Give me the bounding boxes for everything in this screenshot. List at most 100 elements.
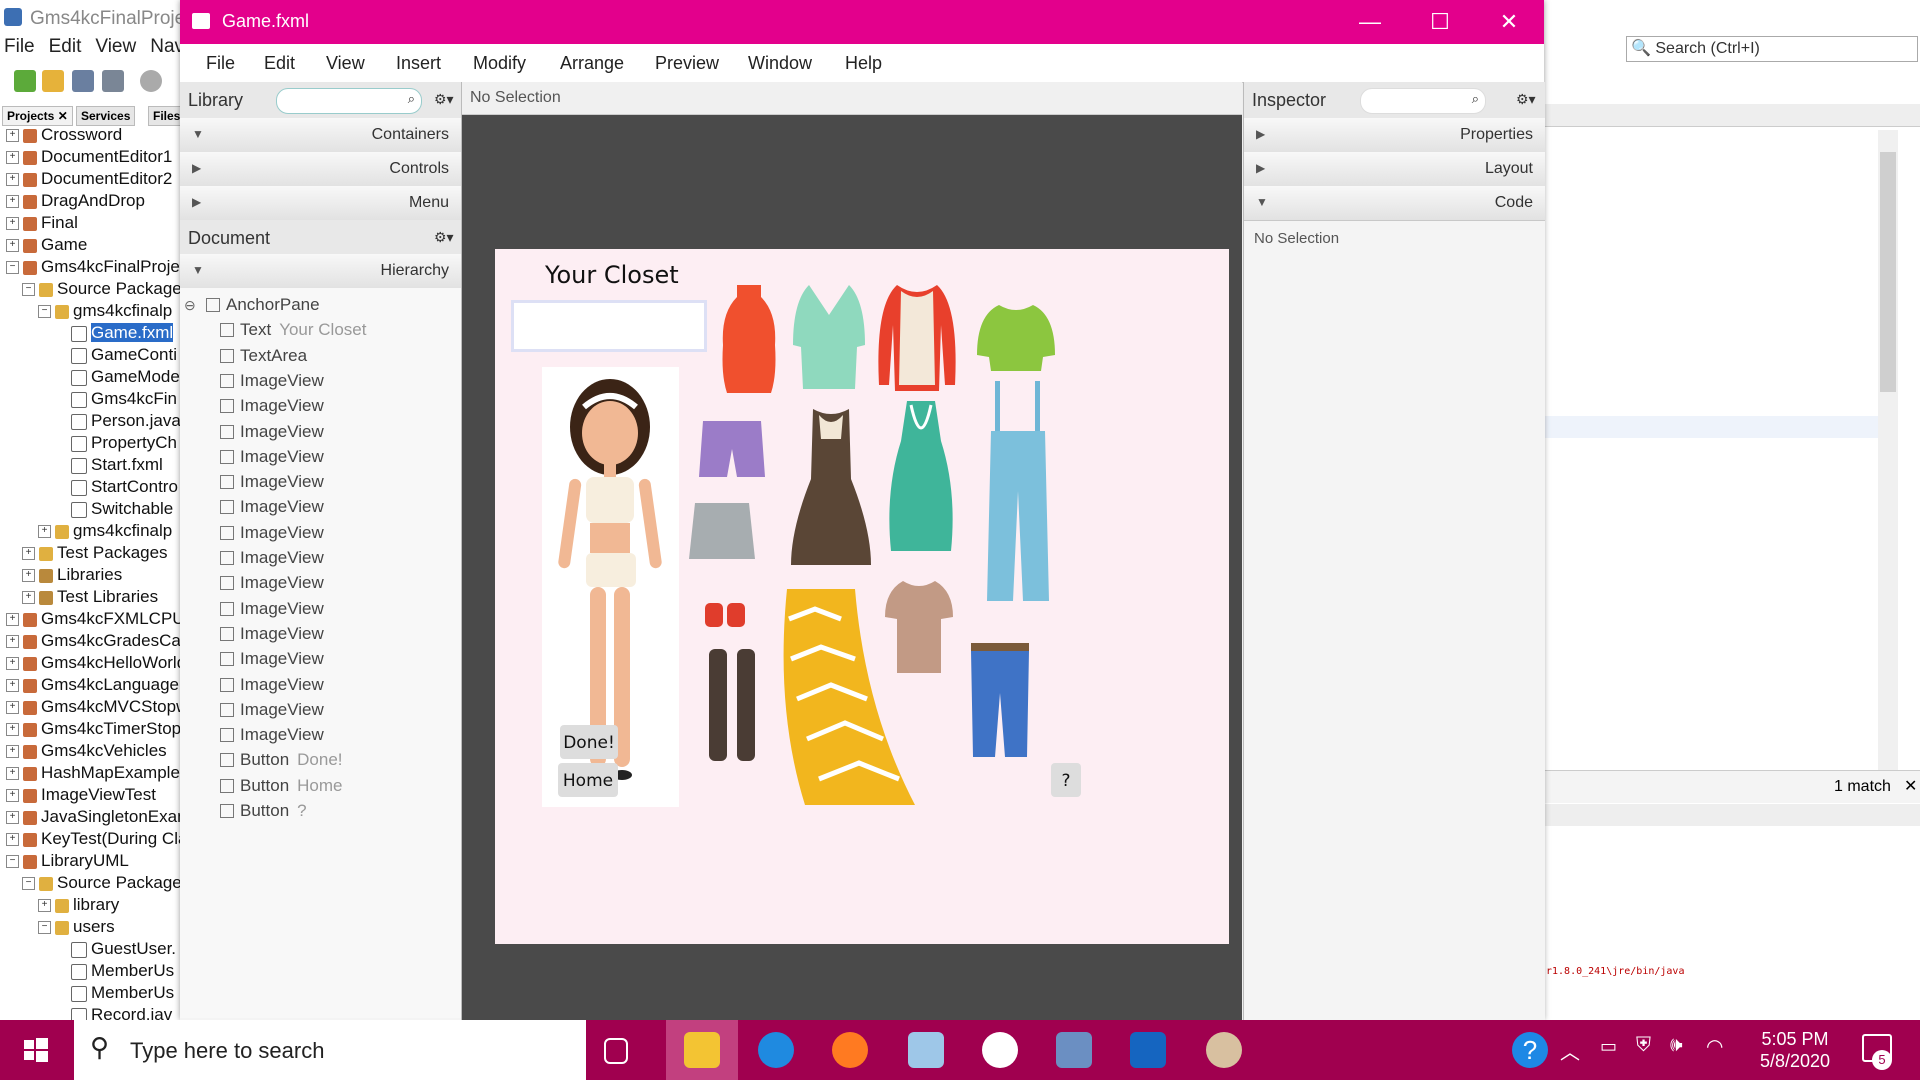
- tree-item[interactable]: +Gms4kcFin: [54, 388, 177, 410]
- expand-toggle-icon[interactable]: +: [6, 723, 19, 737]
- menu-view[interactable]: View: [326, 53, 365, 74]
- blue-jeans-imageview[interactable]: [967, 643, 1033, 759]
- library-settings-icon[interactable]: ⚙▾: [434, 91, 454, 108]
- help-icon[interactable]: ?: [1512, 1032, 1548, 1068]
- tree-item[interactable]: +Record.jav: [54, 1004, 172, 1020]
- tree-item[interactable]: + DragAndDrop: [6, 190, 145, 212]
- menu-file[interactable]: File: [4, 36, 35, 57]
- expand-toggle-icon[interactable]: +: [6, 239, 19, 253]
- expand-toggle-icon[interactable]: +: [6, 811, 19, 825]
- tree-item[interactable]: + Game: [6, 234, 87, 256]
- tree-item[interactable]: + DocumentEditor1: [6, 146, 172, 168]
- collapse-toggle-icon[interactable]: −: [38, 921, 51, 935]
- inspector-search-input[interactable]: ⌕: [1360, 88, 1486, 114]
- chevron-up-icon[interactable]: ︿: [1560, 1036, 1580, 1065]
- tree-item[interactable]: +Start.fxml: [54, 454, 163, 476]
- inspector-section-layout[interactable]: ▶ Layout: [1244, 152, 1545, 187]
- expand-toggle-icon[interactable]: +: [22, 547, 35, 561]
- expand-toggle-icon[interactable]: +: [6, 635, 19, 649]
- tree-item[interactable]: + Gms4kcGradesCalc: [6, 630, 182, 652]
- done-button[interactable]: Done!: [560, 725, 618, 759]
- brown-dress-imageview[interactable]: [791, 409, 871, 565]
- expand-toggle-icon[interactable]: +: [22, 591, 35, 605]
- tree-item[interactable]: + Final: [6, 212, 78, 234]
- taskbar-search-box[interactable]: ⚲ Type here to search: [74, 1020, 586, 1080]
- teal-dress-imageview[interactable]: [885, 401, 957, 551]
- tree-item[interactable]: − Source Packages: [22, 278, 182, 300]
- inspector-section-code[interactable]: ▼ Code: [1244, 186, 1545, 221]
- tree-item[interactable]: +PropertyCh: [54, 432, 177, 454]
- menu-insert[interactable]: Insert: [396, 53, 441, 74]
- quick-search-input[interactable]: 🔍 Search (Ctrl+I): [1626, 36, 1918, 62]
- document-settings-icon[interactable]: ⚙▾: [434, 229, 454, 246]
- purple-shorts-imageview[interactable]: [699, 421, 765, 479]
- tree-item[interactable]: + library: [38, 894, 119, 916]
- gray-skirt-imageview[interactable]: [689, 503, 755, 559]
- maximize-icon[interactable]: ☐: [1405, 0, 1475, 44]
- start-button[interactable]: [0, 1020, 72, 1080]
- expand-toggle-icon[interactable]: +: [6, 613, 19, 627]
- taskbar-clock[interactable]: 5:05 PM 5/8/2020: [1740, 1028, 1850, 1072]
- menu-view[interactable]: View: [95, 36, 136, 57]
- library-section-controls[interactable]: ▶ Controls: [180, 152, 461, 187]
- tree-item[interactable]: +GameConti: [54, 344, 177, 366]
- open-project-icon[interactable]: [72, 70, 94, 92]
- menu-modify[interactable]: Modify: [473, 53, 526, 74]
- tree-item[interactable]: +MemberUs: [54, 960, 174, 982]
- expand-toggle-icon[interactable]: +: [6, 173, 19, 187]
- tree-item[interactable]: − users: [38, 916, 115, 938]
- expand-toggle-icon[interactable]: +: [38, 899, 51, 913]
- tree-item[interactable]: + Gms4kcFXMLCPUM: [6, 608, 182, 630]
- expand-toggle-icon[interactable]: +: [6, 151, 19, 165]
- tab-services[interactable]: Services: [76, 106, 136, 126]
- expand-toggle-icon[interactable]: +: [6, 789, 19, 803]
- red-top-imageview[interactable]: [717, 285, 781, 393]
- library-section-menu[interactable]: ▶ Menu: [180, 186, 461, 221]
- green-top-imageview[interactable]: [977, 305, 1055, 371]
- expand-toggle-icon[interactable]: +: [22, 569, 35, 583]
- hierarchy-section[interactable]: ▼ Hierarchy: [180, 254, 461, 289]
- new-file-icon[interactable]: [14, 70, 36, 92]
- help-button[interactable]: ?: [1051, 763, 1081, 797]
- tree-item[interactable]: − Gms4kcFinalProjec: [6, 256, 182, 278]
- battery-icon[interactable]: ▭: [1600, 1036, 1617, 1057]
- tree-item[interactable]: +Switchable: [54, 498, 173, 520]
- editor-scrollbar-thumb[interactable]: [1880, 152, 1896, 392]
- tab-projects[interactable]: Projects ✕: [2, 106, 73, 126]
- tree-item[interactable]: + DocumentEditor2: [6, 168, 172, 190]
- closet-textarea[interactable]: [511, 300, 707, 352]
- menu-edit[interactable]: Edit: [49, 36, 82, 57]
- expand-toggle-icon[interactable]: +: [6, 679, 19, 693]
- tree-item[interactable]: + Crossword: [6, 124, 122, 146]
- expand-toggle-icon[interactable]: +: [6, 745, 19, 759]
- library-section-containers[interactable]: ▼ Containers: [180, 118, 461, 153]
- undo-icon[interactable]: [140, 70, 162, 92]
- tan-tshirt-imageview[interactable]: [885, 581, 953, 673]
- menu-help[interactable]: Help: [845, 53, 882, 74]
- save-all-icon[interactable]: [102, 70, 124, 92]
- mint-blouse-imageview[interactable]: [793, 285, 865, 389]
- menu-preview[interactable]: Preview: [655, 53, 719, 74]
- shield-icon[interactable]: ⛨: [1636, 1034, 1651, 1057]
- red-sleeve-top-imageview[interactable]: [875, 285, 959, 391]
- tree-item[interactable]: + Test Libraries: [22, 586, 158, 608]
- closet-title[interactable]: Your Closet: [545, 261, 679, 289]
- expand-toggle-icon[interactable]: +: [6, 701, 19, 715]
- close-icon[interactable]: ✕: [1474, 0, 1544, 44]
- hierarchy-item[interactable]: Button?: [180, 796, 461, 826]
- tree-item[interactable]: + Libraries: [22, 564, 122, 586]
- expand-toggle-icon[interactable]: +: [6, 767, 19, 781]
- close-find-icon[interactable]: ✕: [1904, 776, 1917, 796]
- tree-item[interactable]: + JavaSingletonExam: [6, 806, 182, 828]
- volume-icon[interactable]: 🕪: [1670, 1034, 1683, 1057]
- inspector-settings-icon[interactable]: ⚙▾: [1516, 91, 1536, 108]
- expand-toggle-icon[interactable]: +: [6, 657, 19, 671]
- inspector-section-properties[interactable]: ▶ Properties: [1244, 118, 1545, 153]
- menu-arrange[interactable]: Arrange: [560, 53, 624, 74]
- tree-item[interactable]: +Person.java: [54, 410, 181, 432]
- tree-item[interactable]: + Gms4kcTimerStop: [6, 718, 181, 740]
- menu-edit[interactable]: Edit: [264, 53, 295, 74]
- expand-toggle-icon[interactable]: +: [38, 525, 51, 539]
- expand-toggle-icon[interactable]: +: [6, 129, 19, 143]
- scenebuilder-taskbar-icon[interactable]: [1206, 1032, 1242, 1068]
